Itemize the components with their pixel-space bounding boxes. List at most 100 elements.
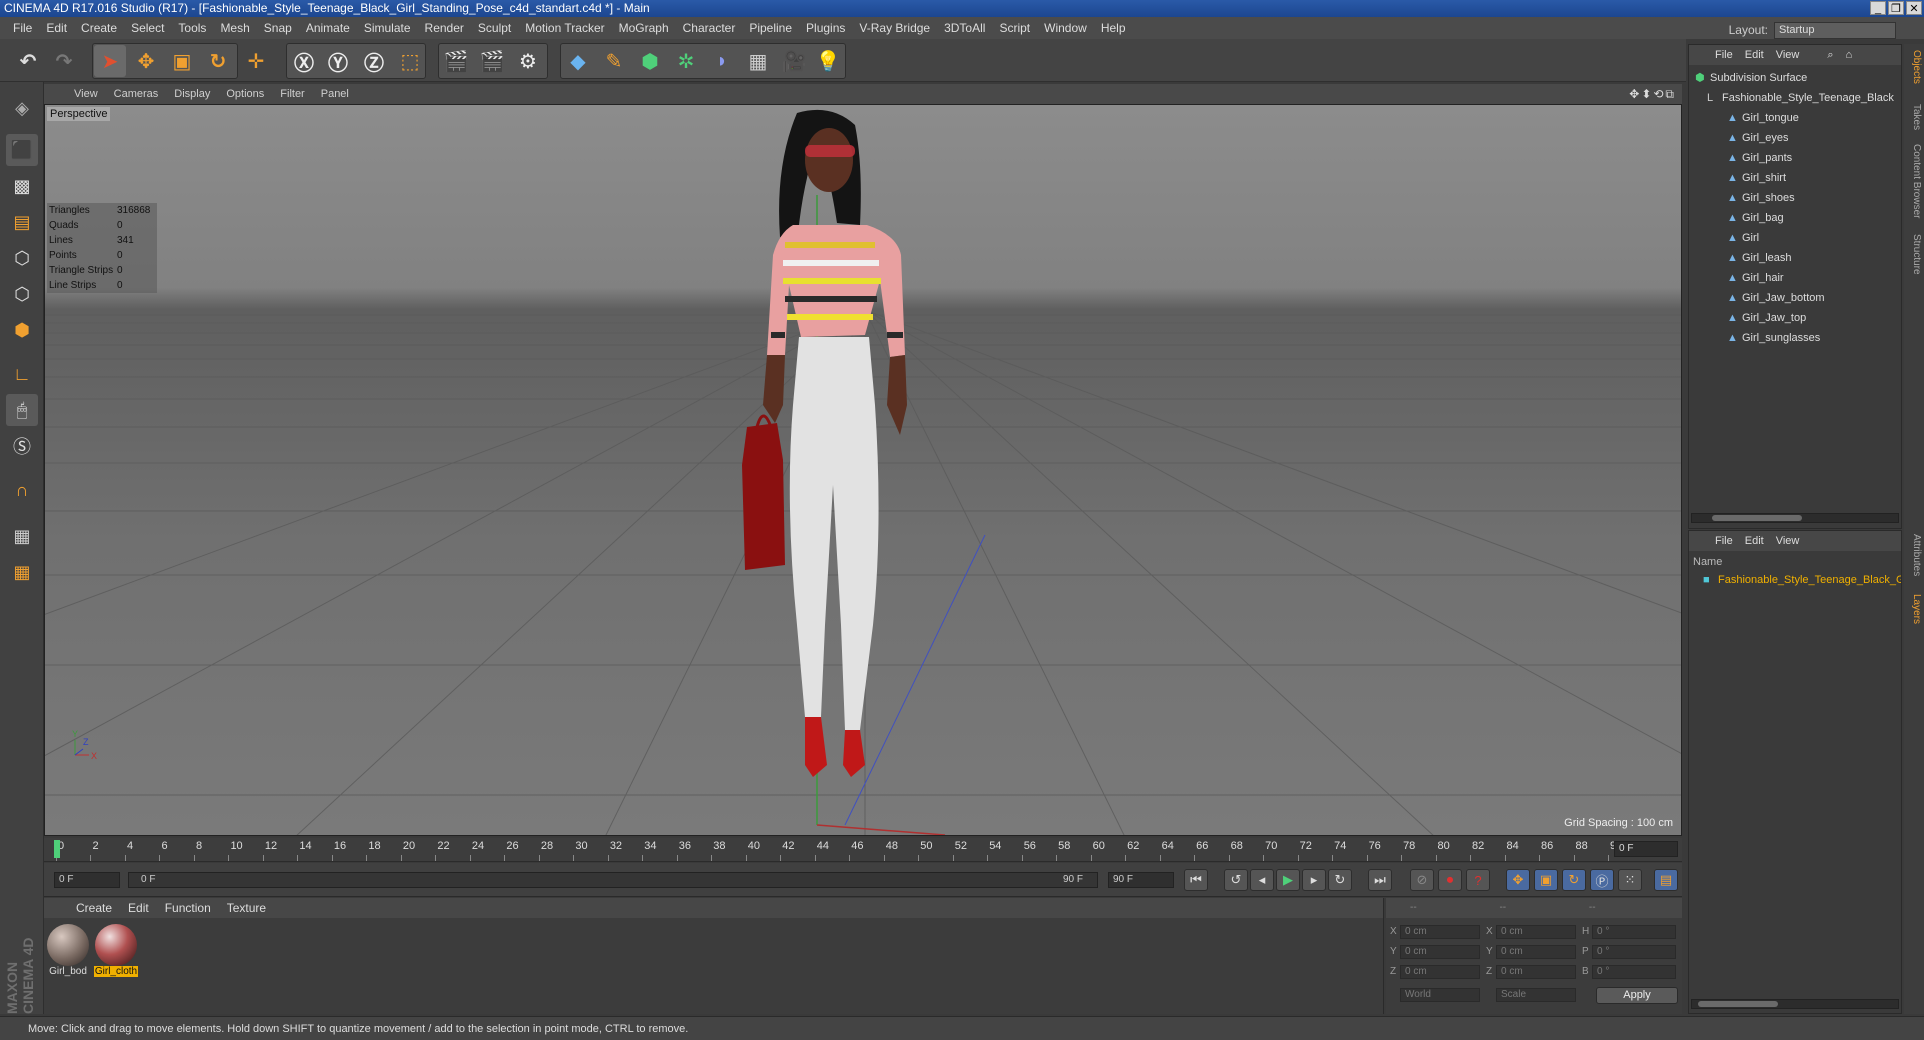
enable-axis-icon[interactable]: ∟	[6, 358, 38, 390]
material-swatch[interactable]: Girl_bod	[46, 924, 90, 977]
move-tool-icon[interactable]: ✥	[130, 45, 162, 77]
array-mograph-icon[interactable]: ✲	[670, 45, 702, 77]
minimize-button[interactable]: _	[1870, 1, 1886, 15]
tree-item-object[interactable]: ▲ Girl_shirt	[1727, 169, 1786, 187]
coordinate-space-dropdown[interactable]: World	[1400, 988, 1480, 1002]
menu-pipeline[interactable]: Pipeline	[742, 17, 799, 39]
go-to-end-icon[interactable]: ⏭	[1368, 869, 1392, 891]
next-frame-icon[interactable]: ▸	[1302, 869, 1326, 891]
camera-icon[interactable]: 🎥	[778, 45, 810, 77]
tab-structure[interactable]: Structure	[1906, 234, 1922, 275]
tweak-mode-icon[interactable]: 🖱	[6, 394, 38, 426]
menu-motion-tracker[interactable]: Motion Tracker	[518, 17, 611, 39]
tab-layers[interactable]: Layers	[1906, 594, 1922, 624]
y-axis-lock-icon[interactable]: Ⓨ	[322, 45, 354, 77]
render-picture-viewer-icon[interactable]: 🎬	[476, 45, 508, 77]
start-frame-field[interactable]: 0 F	[54, 872, 120, 888]
rotation-p-field[interactable]: 0 °	[1592, 945, 1676, 959]
points-mode-icon[interactable]: ⬡	[6, 242, 38, 274]
material-menu-function[interactable]: Function	[157, 898, 219, 918]
tree-item-object[interactable]: ▲ Girl	[1727, 229, 1759, 247]
render-view-icon[interactable]: 🎬	[440, 45, 472, 77]
menu-vray-bridge[interactable]: V-Ray Bridge	[852, 17, 937, 39]
layer-menu-edit[interactable]: Edit	[1739, 531, 1770, 551]
magnet-icon[interactable]: ∩	[6, 474, 38, 506]
apply-button[interactable]: Apply	[1596, 987, 1678, 1004]
menu-character[interactable]: Character	[676, 17, 743, 39]
tab-objects[interactable]: Objects	[1906, 50, 1922, 84]
menu-file[interactable]: File	[6, 17, 39, 39]
menu-create[interactable]: Create	[74, 17, 124, 39]
layer-menu-file[interactable]: File	[1709, 531, 1739, 551]
workplane-mode-icon[interactable]: ▤	[6, 206, 38, 238]
position-z-field[interactable]: 0 cm	[1400, 965, 1480, 979]
rotation-h-field[interactable]: 0 °	[1592, 925, 1676, 939]
current-frame-field[interactable]: 0 F	[1614, 841, 1678, 857]
snapping-icon[interactable]: Ⓢ	[6, 430, 38, 462]
planar-workplane-icon[interactable]: ▦	[6, 556, 38, 588]
end-frame-field[interactable]: 90 F	[1108, 872, 1174, 888]
previous-key-icon[interactable]: ↺	[1224, 869, 1248, 891]
menu-simulate[interactable]: Simulate	[357, 17, 418, 39]
key-rotation-icon[interactable]: ↻	[1562, 869, 1586, 891]
tab-content-browser[interactable]: Content Browser	[1906, 144, 1922, 218]
key-position-icon[interactable]: ✥	[1506, 869, 1530, 891]
autokeying-icon[interactable]: ⏺	[1438, 869, 1462, 891]
render-settings-icon[interactable]: ⚙	[512, 45, 544, 77]
playhead[interactable]	[54, 840, 60, 858]
menu-sculpt[interactable]: Sculpt	[471, 17, 518, 39]
viewport-menu-filter[interactable]: Filter	[272, 84, 312, 104]
menu-snap[interactable]: Snap	[257, 17, 299, 39]
tree-item-object[interactable]: ▲ Girl_Jaw_top	[1727, 309, 1806, 327]
viewport-menu-cameras[interactable]: Cameras	[106, 84, 167, 104]
tree-item-object[interactable]: ▲ Girl_pants	[1727, 149, 1792, 167]
deformer-icon[interactable]: ◗	[706, 45, 738, 77]
menu-script[interactable]: Script	[992, 17, 1037, 39]
key-scale-icon[interactable]: ▣	[1534, 869, 1558, 891]
go-to-start-icon[interactable]: ⏮	[1184, 869, 1208, 891]
menu-tools[interactable]: Tools	[171, 17, 213, 39]
material-menu-edit[interactable]: Edit	[120, 898, 157, 918]
position-y-field[interactable]: 0 cm	[1400, 945, 1480, 959]
record-keys-icon[interactable]: ⊘	[1410, 869, 1434, 891]
position-x-field[interactable]: 0 cm	[1400, 925, 1480, 939]
key-point-level-icon[interactable]: ⁙	[1618, 869, 1642, 891]
keyframe-selection-icon[interactable]: ?	[1466, 869, 1490, 891]
size-y-field[interactable]: 0 cm	[1496, 945, 1576, 959]
coordinate-system-icon[interactable]: ⬚	[394, 45, 426, 77]
menu-render[interactable]: Render	[418, 17, 471, 39]
menu-3dtoall[interactable]: 3DToAll	[937, 17, 992, 39]
tree-item-object[interactable]: ▲ Girl_Jaw_bottom	[1727, 289, 1825, 307]
light-icon[interactable]: 💡	[812, 45, 844, 77]
play-forward-icon[interactable]: ▶	[1276, 869, 1300, 891]
tab-attributes[interactable]: Attributes	[1906, 534, 1922, 576]
key-parameter-icon[interactable]: Ⓟ	[1590, 869, 1614, 891]
timeline-window-icon[interactable]: ▤	[1654, 869, 1678, 891]
tree-item-object[interactable]: ▲ Girl_sunglasses	[1727, 329, 1820, 347]
material-menu-create[interactable]: Create	[68, 898, 120, 918]
model-mode-icon[interactable]: ⬛	[6, 134, 38, 166]
menu-mograph[interactable]: MoGraph	[612, 17, 676, 39]
viewport-menu-display[interactable]: Display	[166, 84, 218, 104]
menu-window[interactable]: Window	[1037, 17, 1094, 39]
size-z-field[interactable]: 0 cm	[1496, 965, 1576, 979]
tree-item-object[interactable]: ▲ Girl_tongue	[1727, 109, 1799, 127]
rotate-tool-icon[interactable]: ↻	[202, 45, 234, 77]
layer-manager-scrollbar[interactable]	[1691, 999, 1899, 1009]
subdivision-generator-icon[interactable]: ⬢	[634, 45, 666, 77]
tree-item-object[interactable]: ▲ Girl_leash	[1727, 249, 1792, 267]
tree-item-group[interactable]: L Fashionable_Style_Teenage_Black	[1707, 89, 1901, 107]
frame-ruler[interactable]: 0 2 4 6 8 10 12 14 16 18 20 22 24 26 28 30 32 34 36 38 40 42 4…	[54, 838, 1622, 862]
tree-item-subdivision-surface[interactable]: ⬢ Subdivision Surface	[1695, 69, 1807, 87]
object-menu-view[interactable]: View	[1770, 45, 1806, 65]
tree-item-object[interactable]: ▲ Girl_bag	[1727, 209, 1784, 227]
make-editable-icon[interactable]: ◈	[6, 92, 38, 124]
menu-plugins[interactable]: Plugins	[799, 17, 852, 39]
layer-menu-view[interactable]: View	[1770, 531, 1806, 551]
cube-object-icon[interactable]: ◆	[562, 45, 594, 77]
viewport-navigation-icons[interactable]: ✥⬍⟲⧉	[1629, 84, 1676, 104]
character-model[interactable]	[742, 109, 907, 777]
edges-mode-icon[interactable]: ⬡	[6, 278, 38, 310]
redo-icon[interactable]: ↷	[48, 45, 80, 77]
texture-mode-icon[interactable]: ▩	[6, 170, 38, 202]
